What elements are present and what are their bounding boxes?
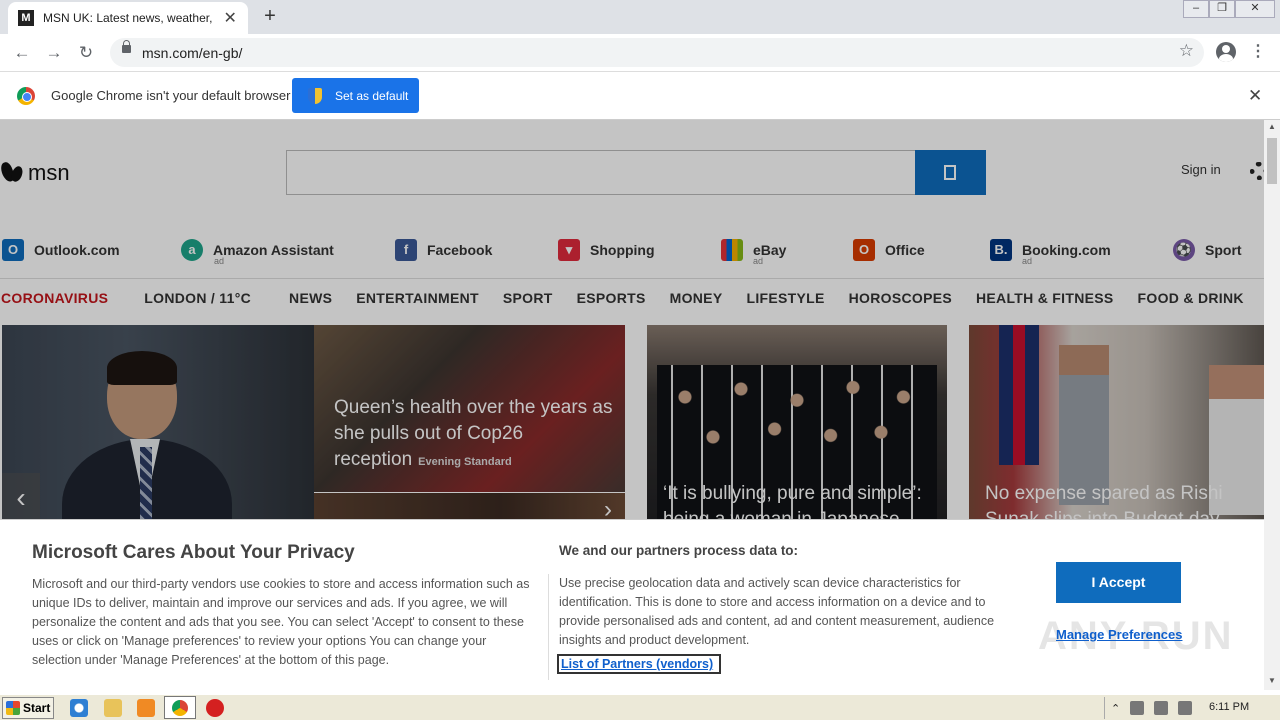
- privacy-consent-banner: Microsoft Cares About Your Privacy Micro…: [0, 519, 1264, 690]
- start-button[interactable]: Start: [2, 697, 54, 719]
- opera-icon[interactable]: [206, 699, 224, 717]
- set-as-default-label: Set as default: [335, 88, 409, 103]
- chrome-icon: [172, 700, 188, 716]
- windows-taskbar: Start ⌃ 6:11 PM: [0, 694, 1280, 720]
- purposes-title: We and our partners process data to:: [559, 543, 799, 558]
- modal-dim-overlay: [0, 120, 1264, 519]
- manage-preferences-link[interactable]: Manage Preferences: [1056, 627, 1182, 642]
- profile-avatar-icon[interactable]: [1216, 42, 1236, 62]
- tab-strip: M MSN UK: Latest news, weather, Hot ✕ + …: [0, 0, 1280, 34]
- reload-icon[interactable]: ↻: [74, 41, 98, 65]
- chrome-logo-icon: [17, 87, 35, 105]
- media-player-icon[interactable]: [137, 699, 155, 717]
- close-icon[interactable]: ✕: [1235, 0, 1275, 18]
- infobar-close-icon[interactable]: ✕: [1248, 86, 1262, 106]
- volume-icon[interactable]: [1130, 701, 1145, 715]
- browser-tab[interactable]: M MSN UK: Latest news, weather, Hot ✕: [8, 2, 248, 34]
- minimize-icon[interactable]: –: [1183, 0, 1209, 18]
- tab-close-icon[interactable]: ✕: [222, 8, 238, 28]
- bookmark-star-icon[interactable]: ☆: [1179, 41, 1194, 61]
- privacy-divider: [548, 574, 549, 680]
- default-browser-infobar: Google Chrome isn't your default browser…: [0, 72, 1280, 120]
- set-as-default-button[interactable]: Set as default: [292, 78, 419, 113]
- tray-expand-icon[interactable]: ⌃: [1111, 702, 1120, 715]
- new-tab-button[interactable]: +: [260, 6, 280, 26]
- network-icon[interactable]: [1154, 701, 1169, 715]
- address-bar[interactable]: msn.com/en-gb/ ☆: [110, 38, 1204, 67]
- partners-link[interactable]: List of Partners (vendors): [557, 654, 721, 674]
- msn-favicon-icon: M: [18, 10, 34, 26]
- clock[interactable]: 6:11 PM: [1209, 701, 1249, 713]
- scroll-down-icon[interactable]: ▼: [1264, 676, 1280, 685]
- browser-toolbar: ← → ↻ msn.com/en-gb/ ☆ ⋮: [0, 34, 1280, 72]
- kebab-menu-icon[interactable]: ⋮: [1250, 42, 1266, 64]
- purposes-body: Use precise geolocation data and activel…: [559, 576, 995, 647]
- windows-flag-icon: [6, 701, 20, 715]
- privacy-title: Microsoft Cares About Your Privacy: [32, 542, 355, 563]
- folder-icon[interactable]: [104, 699, 122, 717]
- uac-shield-icon: [308, 87, 322, 104]
- restore-icon[interactable]: ❐: [1209, 0, 1235, 18]
- page-scrollbar[interactable]: ▲ ▼: [1264, 120, 1280, 690]
- taskbar-chrome-button[interactable]: [164, 696, 196, 719]
- forward-arrow-icon[interactable]: →: [42, 41, 66, 65]
- accept-button[interactable]: I Accept: [1056, 562, 1181, 603]
- url-text[interactable]: msn.com/en-gb/: [142, 45, 242, 61]
- flag-icon[interactable]: [1178, 701, 1193, 715]
- ie-icon[interactable]: [70, 699, 88, 717]
- system-tray: ⌃ 6:11 PM: [1104, 697, 1280, 719]
- scroll-up-icon[interactable]: ▲: [1264, 122, 1280, 131]
- infobar-message: Google Chrome isn't your default browser: [51, 88, 291, 103]
- tab-title: MSN UK: Latest news, weather, Hot: [43, 11, 214, 25]
- lock-icon[interactable]: [122, 40, 131, 53]
- back-arrow-icon[interactable]: ←: [10, 41, 34, 65]
- start-label: Start: [23, 701, 51, 715]
- privacy-body: Microsoft and our third-party vendors us…: [32, 577, 530, 667]
- scrollbar-thumb[interactable]: [1267, 138, 1277, 184]
